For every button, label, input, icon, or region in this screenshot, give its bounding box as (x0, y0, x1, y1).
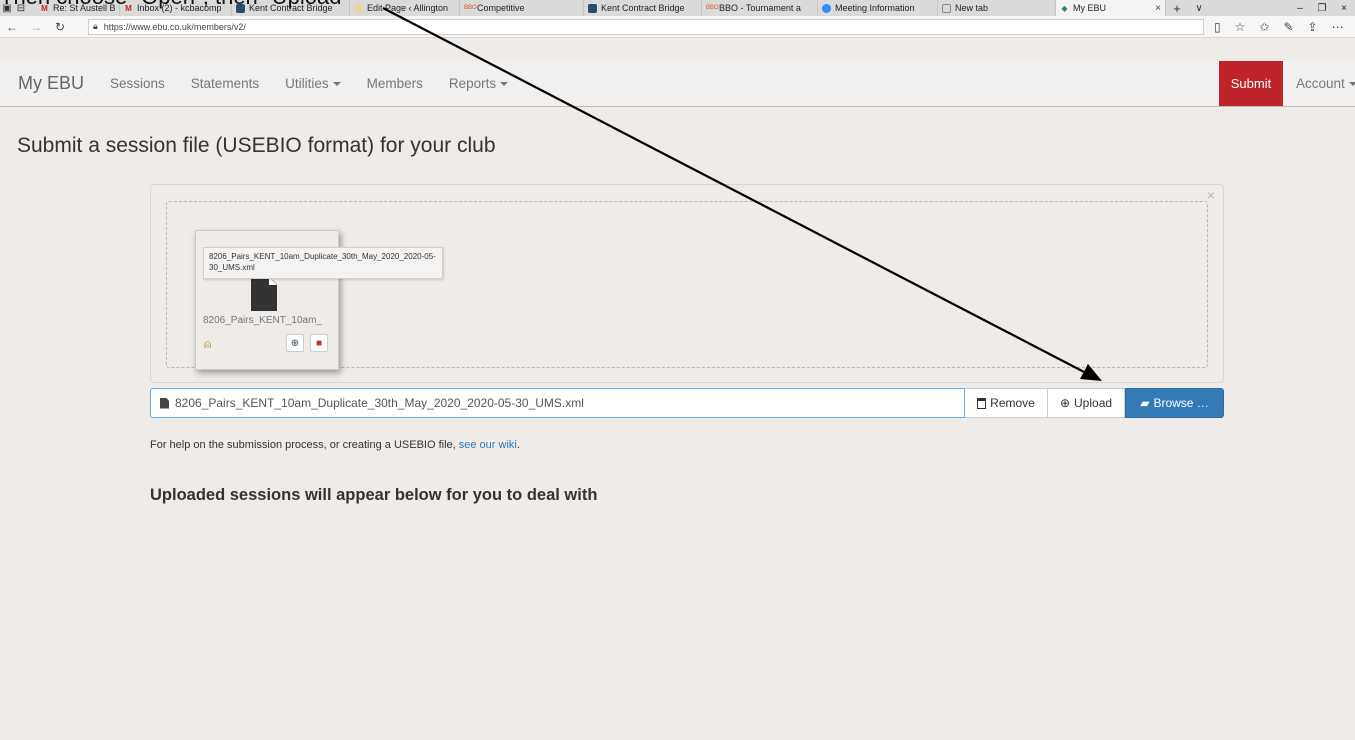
refresh-icon[interactable]: ↻ (48, 20, 72, 34)
browser-tab[interactable]: Edit Page ‹ Allington (350, 0, 460, 16)
wiki-link[interactable]: see our wiki (459, 439, 517, 451)
upload-file-button[interactable]: ⊕ (286, 334, 304, 352)
close-icon[interactable]: × (1207, 187, 1215, 203)
address-bar: ← → ↻ 🔒︎ https://www.ebu.co.uk/members/v… (0, 16, 1355, 38)
favorites-icon[interactable]: ✩ (1259, 20, 1269, 34)
forward-icon[interactable]: → (24, 20, 48, 34)
file-input-group: 8206_Pairs_KENT_10am_Duplicate_30th_May_… (150, 388, 1224, 418)
more-icon[interactable]: ⋯ (1332, 20, 1344, 34)
browse-button[interactable]: ▰ Browse … (1125, 388, 1224, 418)
browser-tab[interactable]: Kent Contract Bridge (584, 0, 702, 16)
favorite-star-icon[interactable]: ☆ (1235, 20, 1246, 34)
pen-icon[interactable]: ✎ (1283, 20, 1293, 34)
caret-down-icon (1348, 81, 1355, 86)
close-window-icon[interactable]: × (1333, 3, 1355, 14)
remove-button[interactable]: Remove (965, 388, 1048, 418)
page-title: Submit a session file (USEBIO format) fo… (17, 134, 496, 157)
zoom-icon (822, 3, 831, 13)
browser-tab[interactable]: BBO Competitive (460, 0, 584, 16)
close-tab-icon[interactable]: × (1147, 3, 1161, 14)
nav-statements[interactable]: Statements (191, 76, 259, 91)
bbo-icon: BBO (706, 4, 719, 11)
folder-open-icon: ▰ (1140, 396, 1150, 410)
minimize-icon[interactable]: – (1289, 3, 1311, 14)
file-dropzone[interactable]: × 8206_Pairs_KENT_10am_ ⍝ ⊕ ■ 8206_Pairs… (150, 184, 1224, 383)
share-icon[interactable]: ⇪ (1308, 20, 1318, 34)
wp-icon (354, 3, 363, 13)
lock-icon: 🔒︎ (93, 21, 98, 31)
file-name-tooltip: 8206_Pairs_KENT_10am_Duplicate_30th_May_… (203, 247, 443, 279)
nav-utilities[interactable]: Utilities (285, 76, 341, 91)
browser-tab-active[interactable]: ◆ My EBU × (1056, 0, 1166, 16)
uploaded-sessions-heading: Uploaded sessions will appear below for … (150, 486, 598, 504)
delete-file-button[interactable]: ■ (310, 334, 328, 352)
bbo-icon: BBO (464, 4, 477, 11)
nav-sessions[interactable]: Sessions (110, 76, 165, 91)
file-name-field[interactable]: 8206_Pairs_KENT_10am_Duplicate_30th_May_… (150, 388, 965, 418)
drag-handle-icon[interactable]: ⍝ (204, 337, 211, 352)
nav-members[interactable]: Members (367, 76, 423, 91)
browser-tab[interactable]: Meeting Information (818, 0, 938, 16)
trash-icon (977, 397, 987, 409)
back-icon[interactable]: ← (0, 20, 24, 34)
brand-link[interactable]: My EBU (18, 73, 84, 94)
help-text: For help on the submission process, or c… (150, 439, 520, 451)
dropzone-area[interactable]: 8206_Pairs_KENT_10am_ ⍝ ⊕ ■ 8206_Pairs_K… (166, 201, 1208, 370)
trash-icon: ■ (315, 337, 323, 349)
browser-tab[interactable]: New tab (938, 0, 1056, 16)
site-navbar: My EBU Sessions Statements Utilities Mem… (0, 61, 1355, 107)
newtab-icon (942, 3, 951, 13)
caret-down-icon (332, 82, 341, 87)
restore-icon[interactable]: ❐ (1311, 3, 1333, 14)
account-menu[interactable]: Account (1296, 61, 1355, 106)
submit-nav-button[interactable]: Submit (1219, 61, 1283, 106)
ebu-icon: ◆ (1061, 3, 1068, 13)
new-tab-icon[interactable]: + (1166, 0, 1188, 16)
file-caption: 8206_Pairs_KENT_10am_ (203, 315, 322, 326)
upload-button[interactable]: ⊕ Upload (1048, 388, 1125, 418)
url-input[interactable]: 🔒︎ https://www.ebu.co.uk/members/v2/ (88, 18, 1204, 35)
upload-circle-icon: ⊕ (290, 337, 300, 349)
kcb-icon (588, 3, 597, 13)
reading-view-icon[interactable]: ▯ (1214, 20, 1221, 34)
instruction-caption: Then choose "Open", then "Upload" (0, 0, 349, 10)
chevron-down-icon[interactable]: ∨ (1188, 0, 1210, 16)
file-icon (160, 397, 169, 409)
caret-down-icon (500, 82, 509, 87)
nav-reports[interactable]: Reports (449, 76, 509, 91)
upload-circle-icon: ⊕ (1059, 396, 1071, 410)
browser-tab[interactable]: BBO BBO - Tournament a (702, 0, 818, 16)
